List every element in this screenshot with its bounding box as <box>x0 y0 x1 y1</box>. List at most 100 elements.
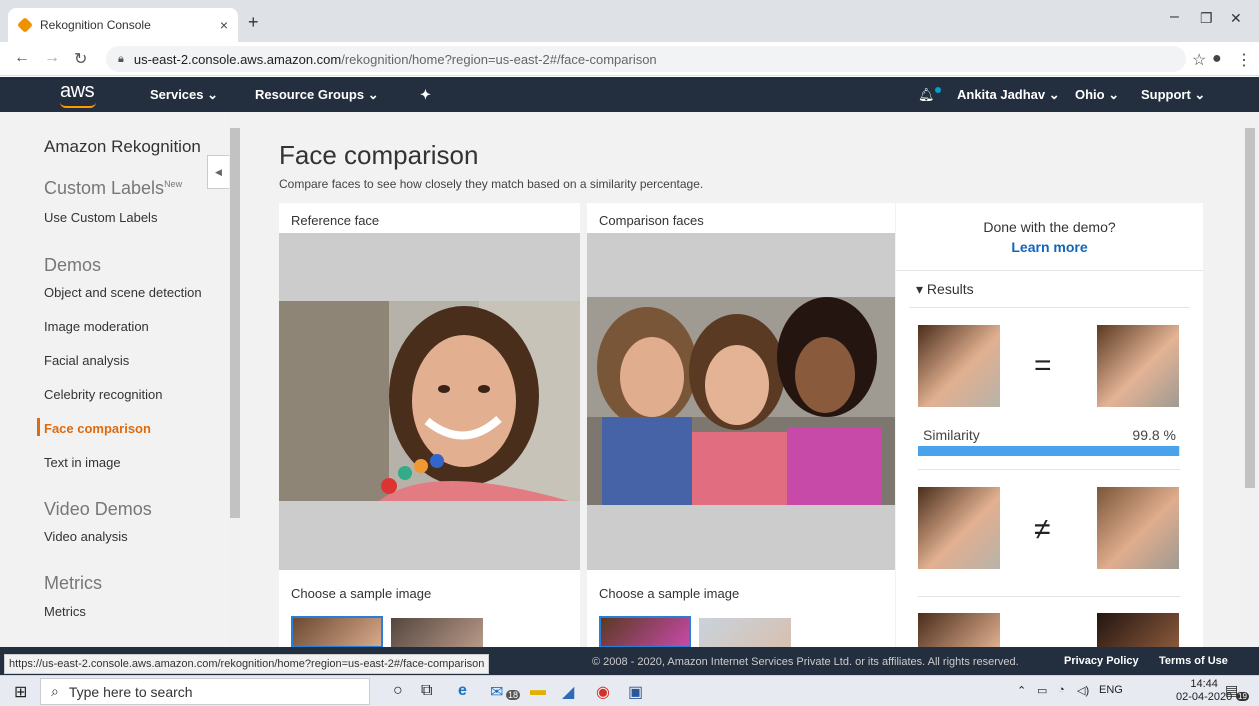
browser-tab[interactable]: Rekognition Console × <box>8 8 238 42</box>
new-badge: New <box>164 179 183 189</box>
bell-icon[interactable]: 🔔︎ <box>918 87 941 103</box>
battery-icon[interactable]: ▭ <box>1037 684 1047 697</box>
reference-face-crop <box>918 613 1000 648</box>
similarity-label: Similarity <box>923 427 980 443</box>
sidebar-item-facial-analysis[interactable]: Facial analysis <box>44 353 129 368</box>
sidebar-item-image-moderation[interactable]: Image moderation <box>44 319 149 334</box>
chrome-icon[interactable]: ◉ <box>596 682 610 702</box>
wifi-icon[interactable]: ◔ <box>1058 684 1065 696</box>
tray-chevron-icon[interactable]: ⌃ <box>1017 684 1026 697</box>
back-arrow-icon[interactable]: ← <box>14 49 30 67</box>
comparison-panel: Comparison faces Choose a sample image <box>587 203 895 648</box>
bookmark-star-icon[interactable]: ☆ <box>1192 50 1206 70</box>
matched-face-crop <box>1097 325 1179 407</box>
aws-top-nav: aws Services ⌄ Resource Groups ⌄ ✦ 🔔︎ An… <box>0 77 1259 112</box>
notification-dot <box>934 87 941 93</box>
aws-smile-icon <box>60 102 96 108</box>
resource-groups-menu[interactable]: Resource Groups ⌄ <box>255 87 379 103</box>
divider <box>918 469 1180 470</box>
system-clock[interactable]: 14:44 02-04-2020 <box>1176 678 1232 704</box>
forward-arrow-icon[interactable]: → <box>44 49 60 67</box>
sidebar-item-video-analysis[interactable]: Video analysis <box>44 529 128 544</box>
main-scroll-thumb[interactable] <box>1245 128 1255 488</box>
tab-close-icon[interactable]: × <box>220 17 228 33</box>
mail-icon[interactable]: ✉ <box>490 682 503 702</box>
match-equals-icon: = <box>1034 349 1052 382</box>
reference-face-crop <box>918 325 1000 407</box>
profile-icon[interactable]: ● <box>1212 50 1222 68</box>
reference-sample-thumbnail[interactable] <box>391 618 483 648</box>
sidebar-item-celebrity[interactable]: Celebrity recognition <box>44 387 163 402</box>
close-window-button[interactable]: ✕ <box>1230 10 1242 27</box>
browser-tab-bar: Rekognition Console × + – ❐ ✕ <box>0 0 1259 42</box>
reload-icon[interactable]: ↻ <box>74 49 87 69</box>
choose-comparison-label: Choose a sample image <box>599 586 740 601</box>
comparison-image-frame <box>587 233 895 570</box>
page-title: Face comparison <box>279 140 479 170</box>
comparison-sample-thumbnail[interactable] <box>699 618 791 648</box>
divider <box>918 596 1180 597</box>
maximize-button[interactable]: ❐ <box>1200 10 1213 27</box>
windows-taskbar: ⊞ ⌕ Type here to search ○ ⧉ e ✉ 18 ▬ ◢ ◉… <box>0 675 1259 706</box>
reference-face-label: Reference face <box>291 213 380 228</box>
search-icon: ⌕ <box>51 683 59 699</box>
aws-logo[interactable]: aws <box>60 80 96 108</box>
task-view-icon[interactable]: ⧉ <box>421 682 432 700</box>
sidebar-scrollbar[interactable] <box>229 112 241 647</box>
reference-sample-thumbnail-selected[interactable] <box>291 616 383 648</box>
edge-icon[interactable]: e <box>458 682 467 700</box>
account-menu[interactable]: Ankita Jadhav ⌄ <box>957 87 1060 103</box>
search-placeholder: Type here to search <box>68 683 193 700</box>
pin-icon[interactable]: ✦ <box>420 87 431 103</box>
sidebar-scroll-thumb[interactable] <box>230 128 240 518</box>
learn-more-link[interactable]: Learn more <box>896 239 1203 255</box>
active-indicator <box>37 418 40 436</box>
sidebar-item-metrics[interactable]: Metrics <box>44 604 86 619</box>
sidebar-item-use-custom-labels[interactable]: Use Custom Labels <box>44 210 157 225</box>
section-label: Custom Labels <box>44 178 165 198</box>
similarity-bar-fill <box>918 446 1180 456</box>
results-toggle[interactable]: ▾ Results <box>916 281 974 298</box>
language-indicator[interactable]: ENG <box>1099 684 1123 696</box>
file-explorer-icon[interactable]: ▬ <box>530 682 546 700</box>
comparison-sample-thumbnail-selected[interactable] <box>599 616 691 648</box>
sidebar-item-text-in-image[interactable]: Text in image <box>44 455 121 470</box>
store-icon[interactable]: ◢ <box>562 682 574 702</box>
support-menu[interactable]: Support ⌄ <box>1141 87 1205 103</box>
aws-favicon-icon <box>17 17 33 33</box>
sidebar-item-face-comparison[interactable]: Face comparison <box>44 421 151 436</box>
word-icon[interactable]: ▣ <box>628 682 643 702</box>
comparison-faces-image <box>587 297 895 505</box>
reference-image-frame <box>279 233 580 570</box>
main-scrollbar[interactable] <box>1241 112 1259 647</box>
sidebar-section-video: Video Demos <box>44 499 152 519</box>
mail-badge: 18 <box>506 690 521 700</box>
region-menu[interactable]: Ohio ⌄ <box>1075 87 1119 103</box>
sidebar-section-metrics: Metrics <box>44 573 102 593</box>
divider <box>909 307 1190 308</box>
sidebar-item-object-scene[interactable]: Object and scene detection <box>44 285 202 300</box>
unmatched-face-crop <box>1097 613 1179 648</box>
collapse-sidebar-icon[interactable]: ◀ <box>207 155 229 189</box>
volume-icon[interactable]: ◁) <box>1077 684 1089 697</box>
not-equal-icon: ≠ <box>1034 513 1051 546</box>
unmatched-face-crop <box>1097 487 1179 569</box>
privacy-policy-link[interactable]: Privacy Policy <box>1064 655 1139 667</box>
main-content: Face comparison Compare faces to see how… <box>241 112 1241 648</box>
minimize-button[interactable]: – <box>1170 8 1179 26</box>
similarity-value: 99.8 % <box>1132 427 1176 443</box>
cortana-icon[interactable]: ○ <box>393 682 403 700</box>
sidebar-title[interactable]: Amazon Rekognition <box>44 137 201 157</box>
terms-of-use-link[interactable]: Terms of Use <box>1159 655 1228 667</box>
windows-start-icon[interactable]: ⊞ <box>14 682 27 702</box>
services-menu[interactable]: Services ⌄ <box>150 87 218 103</box>
copyright-text: © 2008 - 2020, Amazon Internet Services … <box>592 656 1019 668</box>
tab-title: Rekognition Console <box>40 18 151 32</box>
comparison-thumbnail-image <box>601 618 689 646</box>
menu-icon[interactable]: ⋮ <box>1236 50 1252 70</box>
url-input[interactable]: 🔒︎ us-east-2.console.aws.amazon.com/reko… <box>106 46 1186 72</box>
sidebar: Amazon Rekognition Custom LabelsNew Use … <box>0 112 229 647</box>
reference-panel: Reference face Choose a sample image <box>279 203 580 648</box>
taskbar-search-input[interactable]: ⌕ Type here to search <box>40 678 370 705</box>
new-tab-button[interactable]: + <box>248 12 259 33</box>
